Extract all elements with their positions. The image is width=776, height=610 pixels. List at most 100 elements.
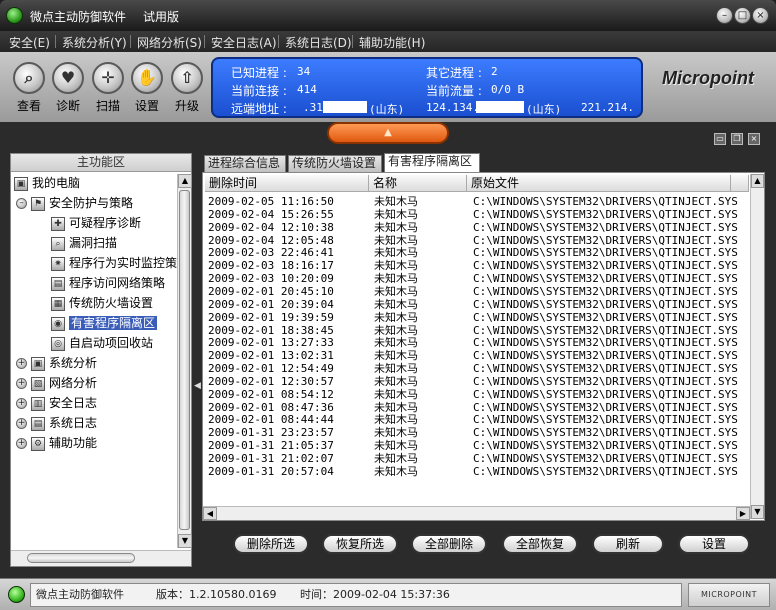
cell-delete-time: 2009-02-01 19:39:59	[208, 310, 334, 324]
cell-name: 未知木马	[374, 413, 418, 427]
tree-item-tools[interactable]: + ⚙ 辅助功能	[16, 434, 97, 452]
close-icon[interactable]: ×	[752, 7, 769, 24]
scroll-left-icon[interactable]: ◀	[203, 507, 217, 520]
tab-firewall[interactable]: 传统防火墙设置	[288, 155, 382, 172]
scroll-thumb[interactable]	[27, 553, 135, 563]
tree-item-suspicious-diagnosis[interactable]: ✚ 可疑程序诊断	[51, 214, 141, 232]
menu-system-analysis[interactable]: 系统分析(Y)	[62, 34, 127, 51]
tree-item-system-analysis[interactable]: + ▣ 系统分析	[16, 354, 97, 372]
expand-icon[interactable]: +	[16, 398, 27, 409]
delete-all-button[interactable]: 全部删除	[411, 534, 487, 554]
table-row[interactable]: 2009-02-01 13:27:33 未知木马 C:\WINDOWS\SYSTEM…	[203, 336, 748, 349]
table-row[interactable]: 2009-01-31 21:02:07 未知木马 C:\WINDOWS\SYSTEM…	[203, 452, 748, 465]
tree-item-my-computer[interactable]: ▣ 我的电脑	[14, 174, 80, 192]
scroll-down-icon[interactable]: ▼	[751, 505, 764, 519]
menu-security-log[interactable]: 安全日志(A)	[211, 34, 277, 51]
expand-icon[interactable]: +	[16, 358, 27, 369]
tree-item-network-access-policy[interactable]: ▤ 程序访问网络策略	[51, 274, 165, 292]
tree-item-quarantine[interactable]: ◉ 有害程序隔离区	[51, 314, 158, 332]
tree-item-startup-recycle[interactable]: ◎ 自启动项回收站	[51, 334, 153, 352]
remote-label: 远端地址 :	[231, 102, 287, 116]
restore-selected-button[interactable]: 恢复所选	[322, 534, 398, 554]
table-row[interactable]: 2009-01-31 21:05:37 未知木马 C:\WINDOWS\SYSTEM…	[203, 439, 748, 452]
table-row[interactable]: 2009-02-05 11:16:50 未知木马 C:\WINDOWS\SYSTEM…	[203, 195, 748, 208]
cell-name: 未知木马	[374, 439, 418, 453]
table-row[interactable]: 2009-02-01 08:47:36 未知木马 C:\WINDOWS\SYSTEM…	[203, 401, 748, 414]
table-row[interactable]: 2009-02-01 08:44:44 未知木马 C:\WINDOWS\SYSTEM…	[203, 413, 748, 426]
table-row[interactable]: 2009-02-04 12:10:38 未知木马 C:\WINDOWS\SYSTEM…	[203, 221, 748, 234]
collapse-icon[interactable]: –	[16, 198, 27, 209]
cell-name: 未知木马	[374, 195, 418, 208]
expand-icon[interactable]: +	[16, 378, 27, 389]
column-original-file[interactable]: 原始文件	[467, 175, 731, 192]
restore-all-button[interactable]: 全部恢复	[502, 534, 578, 554]
tree-item-vuln-scan[interactable]: ⌕ 漏洞扫描	[51, 234, 117, 252]
scroll-up-icon[interactable]: ▲	[751, 174, 764, 188]
settings-button[interactable]: ✋ 设置	[127, 62, 167, 114]
scroll-thumb[interactable]	[179, 190, 190, 530]
menu-system-log[interactable]: 系统日志(D)	[285, 34, 352, 51]
flag-icon: ⚑	[31, 196, 45, 211]
tree-vertical-scrollbar[interactable]: ▲ ▼	[177, 174, 192, 548]
table-row[interactable]: 2009-02-01 13:02:31 未知木马 C:\WINDOWS\SYSTEM…	[203, 349, 748, 362]
tree-item-security-policy[interactable]: – ⚑ 安全防护与策略	[16, 194, 133, 212]
network-window-icon: ▤	[51, 276, 65, 291]
diagnose-button[interactable]: ♥ 诊断	[48, 62, 88, 114]
menu-network-analysis[interactable]: 网络分析(S)	[137, 34, 202, 51]
diagnose-icon: ✚	[51, 216, 65, 231]
recycle-icon: ◎	[51, 336, 65, 351]
scroll-down-icon[interactable]: ▼	[178, 534, 192, 548]
table-row[interactable]: 2009-02-01 20:45:10 未知木马 C:\WINDOWS\SYSTEM…	[203, 285, 748, 298]
tree-item-firewall-settings[interactable]: ▦ 传统防火墙设置	[51, 294, 153, 312]
scroll-right-icon[interactable]: ▶	[736, 507, 750, 520]
collapse-panel-button[interactable]: ▲	[327, 122, 449, 144]
table-row[interactable]: 2009-02-01 20:39:04 未知木马 C:\WINDOWS\SYSTEM…	[203, 298, 748, 311]
tree-item-system-log[interactable]: + ▤ 系统日志	[16, 414, 97, 432]
table-row[interactable]: 2009-02-03 18:16:17 未知木马 C:\WINDOWS\SYSTEM…	[203, 259, 748, 272]
table-row[interactable]: 2009-02-01 18:38:45 未知木马 C:\WINDOWS\SYSTEM…	[203, 324, 748, 337]
table-row[interactable]: 2009-02-01 19:39:59 未知木马 C:\WINDOWS\SYSTEM…	[203, 311, 748, 324]
table-row[interactable]: 2009-02-03 22:46:41 未知木马 C:\WINDOWS\SYSTEM…	[203, 246, 748, 259]
view-button[interactable]: ⌕ 查看	[9, 62, 49, 114]
table-row[interactable]: 2009-02-01 12:54:49 未知木马 C:\WINDOWS\SYSTEM…	[203, 362, 748, 375]
table-row[interactable]: 2009-02-01 12:30:57 未知木马 C:\WINDOWS\SYSTEM…	[203, 375, 748, 388]
tab-quarantine[interactable]: 有害程序隔离区	[384, 153, 480, 172]
table-row[interactable]: 2009-02-01 08:54:12 未知木马 C:\WINDOWS\SYSTEM…	[203, 388, 748, 401]
table-row[interactable]: 2009-01-31 23:23:57 未知木马 C:\WINDOWS\SYSTEM…	[203, 426, 748, 439]
tree-item-security-log[interactable]: + ▥ 安全日志	[16, 394, 97, 412]
maximize-icon[interactable]: □	[734, 7, 751, 24]
menu-tools[interactable]: 辅助功能(H)	[359, 34, 425, 51]
table-row[interactable]: 2009-01-31 20:57:04 未知木马 C:\WINDOWS\SYSTEM…	[203, 465, 748, 478]
column-name[interactable]: 名称	[369, 175, 467, 192]
tab-process-info[interactable]: 进程综合信息	[204, 155, 286, 172]
settings-button[interactable]: 设置	[678, 534, 750, 554]
tree-horizontal-scrollbar[interactable]	[11, 550, 191, 566]
collapse-left-icon[interactable]: ◀	[194, 381, 201, 391]
expand-icon[interactable]: +	[16, 418, 27, 429]
minimize-icon[interactable]: –	[716, 7, 733, 24]
menu-security[interactable]: 安全(E)	[9, 34, 50, 51]
status-info-panel: 已知进程 : 34 其它进程 : 2 当前连接 : 414 当前流量 : 0/0…	[211, 57, 643, 118]
table-row[interactable]: 2009-02-03 10:20:09 未知木马 C:\WINDOWS\SYSTEM…	[203, 272, 748, 285]
upgrade-button[interactable]: ⇧ 升级	[167, 62, 207, 114]
refresh-button[interactable]: 刷新	[592, 534, 664, 554]
table-row[interactable]: 2009-02-04 15:26:55 未知木马 C:\WINDOWS\SYSTEM…	[203, 208, 748, 221]
list-vertical-scrollbar[interactable]: ▲ ▼	[750, 174, 764, 519]
expand-icon[interactable]: +	[16, 438, 27, 449]
close-pane-icon[interactable]: ×	[748, 133, 760, 145]
cell-name: 未知木马	[374, 426, 418, 440]
delete-selected-button[interactable]: 删除所选	[233, 534, 309, 554]
panel-splitter[interactable]: ◀	[193, 153, 201, 567]
main-window: 微点主动防御软件 试用版 – □ × 安全(E) 系统分析(Y) 网络分析(S)…	[0, 0, 776, 610]
tree-item-realtime-monitor[interactable]: ✷ 程序行为实时监控策	[51, 254, 177, 272]
cell-original-file: C:\WINDOWS\SYSTEM32\DRIVERS\QTINJECT.SYS	[473, 439, 738, 453]
tile-pane-icon[interactable]: ❐	[731, 133, 743, 145]
restore-pane-icon[interactable]: ▭	[714, 133, 726, 145]
column-delete-time[interactable]: 删除时间	[205, 175, 369, 192]
list-horizontal-scrollbar[interactable]: ◀ ▶	[203, 506, 750, 520]
scroll-up-icon[interactable]: ▲	[178, 174, 192, 188]
tree-item-network-analysis[interactable]: + ▧ 网络分析	[16, 374, 97, 392]
cell-name: 未知木马	[374, 452, 418, 465]
table-row[interactable]: 2009-02-04 12:05:48 未知木马 C:\WINDOWS\SYSTEM…	[203, 234, 748, 247]
scan-button[interactable]: ✛ 扫描	[88, 62, 128, 114]
